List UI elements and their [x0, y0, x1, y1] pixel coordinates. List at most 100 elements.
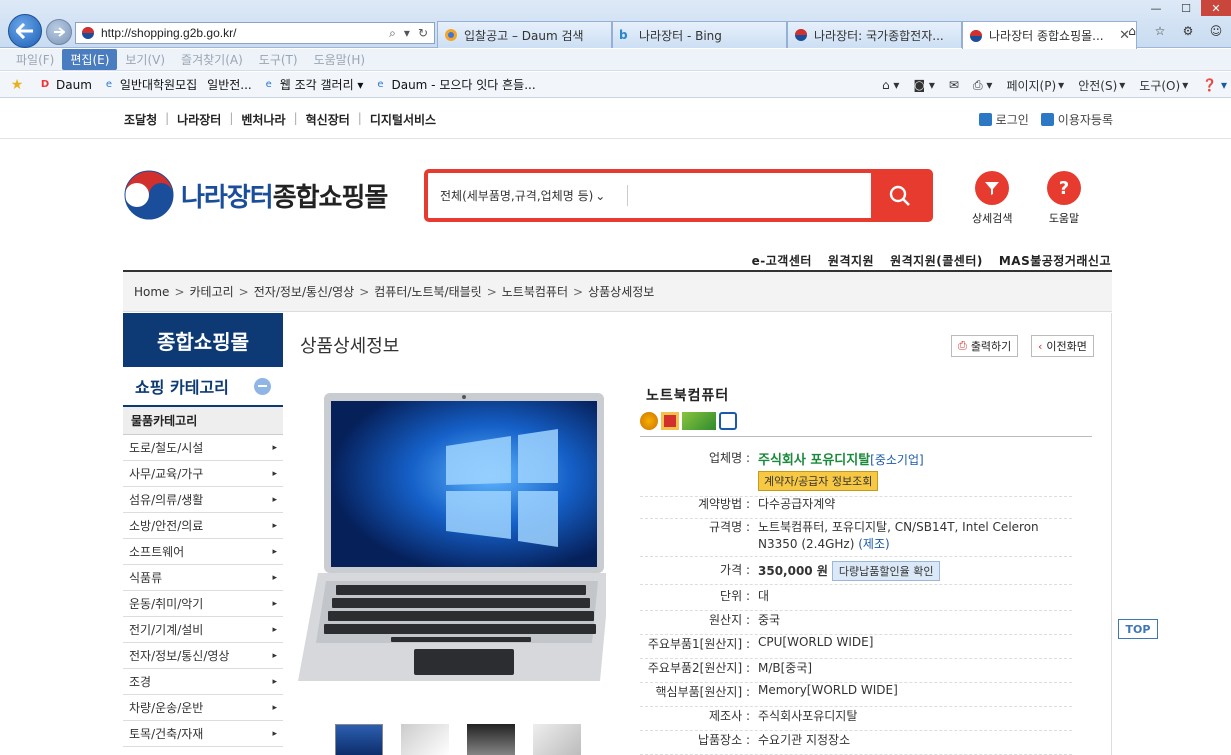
help-icon[interactable]: ❓ ▾: [1202, 78, 1227, 92]
address-url[interactable]: http://shopping.g2b.go.kr/: [101, 26, 389, 40]
product-image[interactable]: [296, 391, 606, 691]
site-logo[interactable]: 나라장터종합쇼핑몰: [123, 169, 388, 221]
sidebar-item[interactable]: 섬유/의류/생활 ▸: [123, 487, 283, 513]
sidebar-item[interactable]: 차량/운송/운반 ▸: [123, 695, 283, 721]
favorites-star-icon[interactable]: ★: [10, 77, 28, 93]
register-link[interactable]: 이용자등록: [1040, 111, 1113, 128]
mail-icon[interactable]: ✉: [949, 78, 959, 92]
thumbnail[interactable]: [335, 724, 383, 755]
menu-file[interactable]: 파일(F): [8, 49, 62, 70]
fav-link-webslice[interactable]: e웹 조각 갤러리 ▾: [262, 76, 364, 93]
rss-icon[interactable]: ◙ ▾: [913, 78, 934, 92]
info-part1: 주요부품1[원산지] : CPU[WORLD WIDE]: [640, 635, 1072, 659]
fav-link-daum2[interactable]: e Daum - 모으다 잇다 흔들...: [373, 76, 535, 93]
category-header: 쇼핑 카테고리: [123, 367, 283, 407]
vendor-name[interactable]: 주식회사 포유디지탈: [758, 453, 870, 468]
service-link-mas[interactable]: MAS불공정거래신고: [999, 252, 1111, 269]
home-cmd-icon[interactable]: ⌂ ▾: [882, 78, 899, 92]
tab-g2b[interactable]: 나라장터: 국가종합전자...: [787, 21, 962, 48]
search-category-select[interactable]: 전체(세부품명,규격,업체명 등) ⌄: [428, 185, 628, 206]
tab-shopping[interactable]: 나라장터 종합쇼핑몰... ✕: [962, 21, 1137, 49]
back-page-button[interactable]: ‹ 이전화면: [1031, 335, 1094, 357]
breadcrumb-notebook[interactable]: 노트북컴퓨터: [502, 283, 568, 300]
vendor-info-button[interactable]: 계약자/공급자 정보조회: [758, 471, 879, 491]
tab-bing[interactable]: b 나라장터 - Bing: [612, 21, 787, 48]
minimize-icon[interactable]: —: [1141, 0, 1171, 16]
dropdown-icon[interactable]: ▾: [404, 26, 410, 41]
discount-button[interactable]: 다량납품할인율 확인: [831, 561, 941, 581]
spec-link[interactable]: (제조): [858, 537, 889, 551]
chevron-right-icon: ▸: [272, 624, 277, 635]
search-button[interactable]: [871, 173, 929, 218]
login-link[interactable]: 로그인: [978, 111, 1029, 128]
search-box: 전체(세부품명,규격,업체명 등) ⌄: [424, 169, 933, 222]
fav-link-grad[interactable]: e 일반대학원모집: [102, 76, 197, 93]
menu-view[interactable]: 보기(V): [117, 49, 173, 70]
service-link-remote-call[interactable]: 원격지원(콜센터): [890, 252, 983, 269]
sidebar-item[interactable]: 전자/정보/통신/영상 ▸: [123, 643, 283, 669]
menu-edit[interactable]: 편집(E): [62, 49, 118, 70]
site-favicon-icon: [795, 29, 807, 41]
tools-menu[interactable]: 도구(O) ▾: [1139, 77, 1188, 94]
breadcrumb-home[interactable]: Home: [134, 285, 169, 299]
sidebar-item[interactable]: 사무/교육/가구 ▸: [123, 461, 283, 487]
address-bar[interactable]: http://shopping.g2b.go.kr/ ⌕ ▾ ↻: [75, 22, 435, 44]
safety-menu[interactable]: 안전(S) ▾: [1078, 77, 1125, 94]
smiley-icon[interactable]: ☺: [1207, 22, 1225, 40]
util-link-pps[interactable]: 조달청: [124, 111, 157, 128]
sidebar-item[interactable]: 전기/기계/설비 ▸: [123, 617, 283, 643]
breadcrumb-electronics[interactable]: 전자/정보/통신/영상: [254, 283, 354, 300]
search-input[interactable]: [628, 173, 871, 218]
util-link-narajangteo[interactable]: 나라장터: [177, 111, 221, 128]
util-link-innovation[interactable]: 혁신장터: [306, 111, 350, 128]
refresh-icon[interactable]: ↻: [418, 26, 428, 41]
back-button[interactable]: [8, 14, 42, 48]
cert-kc-icon: [719, 412, 737, 430]
print-icon[interactable]: ⎙ ▾: [973, 78, 992, 93]
sidebar-item[interactable]: 운동/취미/악기 ▸: [123, 591, 283, 617]
vendor-tag: [중소기업]: [870, 453, 924, 467]
taegeuk-logo-icon: [124, 170, 174, 220]
thumbnail[interactable]: [401, 724, 449, 755]
sidebar-item[interactable]: 조경 ▸: [123, 669, 283, 695]
print-button[interactable]: ⎙ 출력하기: [951, 335, 1019, 357]
thumbnail[interactable]: [467, 724, 515, 755]
question-icon: ?: [1047, 171, 1081, 205]
maximize-icon[interactable]: ☐: [1171, 0, 1201, 16]
menu-tools[interactable]: 도구(T): [251, 49, 306, 70]
ie-page-icon: e: [377, 79, 384, 90]
home-icon[interactable]: ⌂: [1123, 22, 1141, 40]
help-button[interactable]: ? 도움말: [1047, 171, 1081, 226]
collapse-icon[interactable]: [254, 377, 271, 395]
fav-link-daum[interactable]: D Daum: [38, 78, 92, 92]
menu-bar: 파일(F) 편집(E) 보기(V) 즐겨찾기(A) 도구(T) 도움말(H): [0, 49, 1231, 71]
sidebar-item[interactable]: 소프트웨어 ▸: [123, 539, 283, 565]
service-link-customer[interactable]: e-고객센터: [752, 252, 812, 269]
scroll-top-button[interactable]: TOP: [1118, 619, 1158, 639]
detail-search-button[interactable]: 상세검색: [972, 171, 1012, 226]
page-menu[interactable]: 페이지(P) ▾: [1006, 77, 1064, 94]
cert-oil-icon: [640, 412, 658, 430]
forward-button[interactable]: [46, 19, 72, 45]
breadcrumb-computers[interactable]: 컴퓨터/노트북/태블릿: [374, 283, 481, 300]
service-link-remote[interactable]: 원격지원: [828, 252, 874, 269]
sidebar-item[interactable]: 토목/건축/자재 ▸: [123, 721, 283, 747]
util-link-digital[interactable]: 디지털서비스: [370, 111, 436, 128]
menu-help[interactable]: 도움말(H): [306, 49, 374, 70]
price-value: 350,000 원: [758, 564, 828, 578]
menu-favorites[interactable]: 즐겨찾기(A): [173, 49, 251, 70]
gear-icon[interactable]: ⚙: [1179, 22, 1197, 40]
site-favicon-icon: [970, 29, 982, 42]
info-contract: 계약방법 : 다수공급자계약: [640, 495, 1072, 519]
fav-link-general[interactable]: 일반전...: [207, 76, 252, 93]
util-link-venture[interactable]: 벤처나라: [241, 111, 285, 128]
tab-daum[interactable]: 입찰공고 – Daum 검색: [437, 21, 612, 48]
search-icon[interactable]: ⌕: [389, 26, 396, 41]
star-icon[interactable]: ☆: [1151, 22, 1169, 40]
thumbnail[interactable]: [533, 724, 581, 755]
breadcrumb-category[interactable]: 카테고리: [190, 283, 234, 300]
sidebar-item[interactable]: 식품류 ▸: [123, 565, 283, 591]
close-icon[interactable]: ✕: [1201, 0, 1231, 16]
sidebar-item[interactable]: 도로/철도/시설 ▸: [123, 435, 283, 461]
sidebar-item[interactable]: 소방/안전/의료 ▸: [123, 513, 283, 539]
